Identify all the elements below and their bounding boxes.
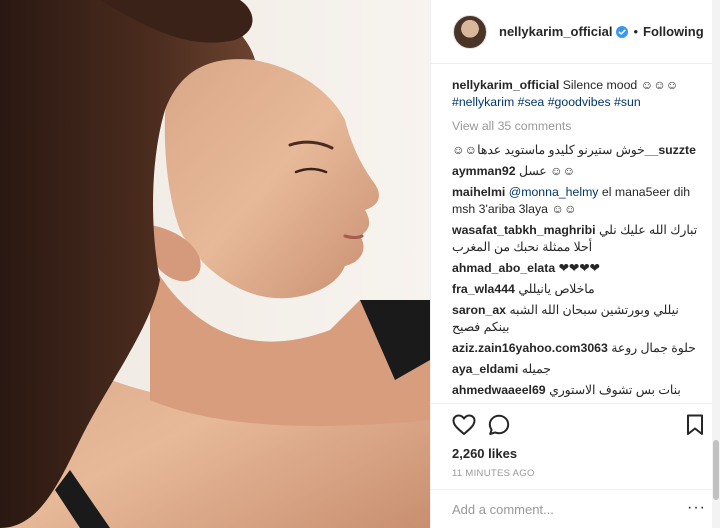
- comment-text: جميله: [521, 362, 551, 376]
- comment-row: fra_wla444 ماخلاص يانيللي: [452, 281, 704, 298]
- post-sidebar: nellykarim_official • Following nellykar…: [430, 0, 720, 528]
- comment-username[interactable]: saron_ax: [452, 303, 506, 317]
- caption-text: Silence mood ☺☺☺: [562, 78, 679, 92]
- more-options-icon[interactable]: ···: [687, 499, 706, 517]
- header-separator: •: [633, 24, 639, 39]
- comment-row: ahmad_abo_elata ❤❤❤❤: [452, 260, 704, 277]
- comment-username[interactable]: aziz.zain16yahoo.com3063: [452, 341, 608, 355]
- caption: nellykarim_official Silence mood ☺☺☺ #ne…: [452, 77, 704, 111]
- post-photo[interactable]: [0, 0, 430, 528]
- comment-username[interactable]: fra_wla444: [452, 282, 515, 296]
- comment-bubble-icon[interactable]: [488, 414, 510, 436]
- comment-username[interactable]: ahmad_abo_elata: [452, 261, 555, 275]
- likes-count[interactable]: 2,260 likes: [452, 446, 517, 461]
- hashtag[interactable]: #sea: [518, 95, 545, 109]
- comment-text: ❤❤❤❤: [558, 261, 600, 275]
- comment-text: ماخلاص يانيللي: [518, 282, 595, 296]
- post-header: nellykarim_official • Following: [431, 0, 720, 64]
- comment-row: ahmedwaaeel69 بنات بس تشوف الاستوري عندي…: [452, 382, 704, 403]
- comment-username[interactable]: __suzzte: [645, 143, 696, 157]
- comment-text: عسل ☺☺: [519, 164, 576, 178]
- hashtag[interactable]: #sun: [614, 95, 641, 109]
- scrollbar[interactable]: [712, 0, 720, 528]
- actions-divider: [431, 403, 720, 404]
- comment-username[interactable]: wasafat_tabkh_maghribi: [452, 223, 596, 237]
- comment-text: خوش ستيرنو كليدو ماستويد عدها☺☺: [452, 143, 645, 157]
- add-comment-bar: ···: [431, 489, 720, 528]
- comment-row: saron_ax نيللي وبورتشين سبحان الله الشبه…: [452, 302, 704, 336]
- comment-row: aya_eldami جميله: [452, 361, 704, 378]
- comment-username[interactable]: aya_eldami: [452, 362, 518, 376]
- comment-row: wasafat_tabkh_maghribi تبارك الله عليك ن…: [452, 222, 704, 256]
- header-username[interactable]: nellykarim_official: [499, 24, 612, 39]
- comment-row: maihelmi @monna_helmy el mana5eer dih ms…: [452, 184, 704, 218]
- caption-username[interactable]: nellykarim_official: [452, 78, 559, 92]
- comment-username[interactable]: maihelmi: [452, 185, 505, 199]
- comment-row: aymman92 عسل ☺☺: [452, 163, 704, 180]
- scrollbar-thumb[interactable]: [713, 440, 719, 500]
- post-actions: [452, 414, 704, 438]
- hashtag[interactable]: #nellykarim: [452, 95, 514, 109]
- hashtag[interactable]: #goodvibes: [548, 95, 611, 109]
- heart-icon[interactable]: [452, 414, 476, 436]
- bookmark-icon[interactable]: [686, 414, 704, 436]
- add-comment-input[interactable]: [452, 502, 682, 517]
- comment-row: aziz.zain16yahoo.com3063 حلوة جمال روعة: [452, 340, 704, 357]
- comments-list: nellykarim_official Silence mood ☺☺☺ #ne…: [431, 77, 720, 403]
- comment-username[interactable]: aymman92: [452, 164, 516, 178]
- comment-username[interactable]: ahmedwaaeel69: [452, 383, 546, 397]
- following-button[interactable]: Following: [643, 24, 704, 39]
- post-timestamp[interactable]: 11 MINUTES AGO: [452, 468, 535, 479]
- view-all-comments-link[interactable]: View all 35 comments: [452, 119, 704, 133]
- comment-mention[interactable]: @monna_helmy: [509, 185, 599, 199]
- comment-text: حلوة جمال روعة: [611, 341, 696, 355]
- verified-badge-icon: [616, 25, 629, 38]
- comment-row: خوش ستيرنو كليدو ماستويد عدها☺☺__suzzte: [452, 142, 704, 159]
- avatar[interactable]: [453, 14, 487, 49]
